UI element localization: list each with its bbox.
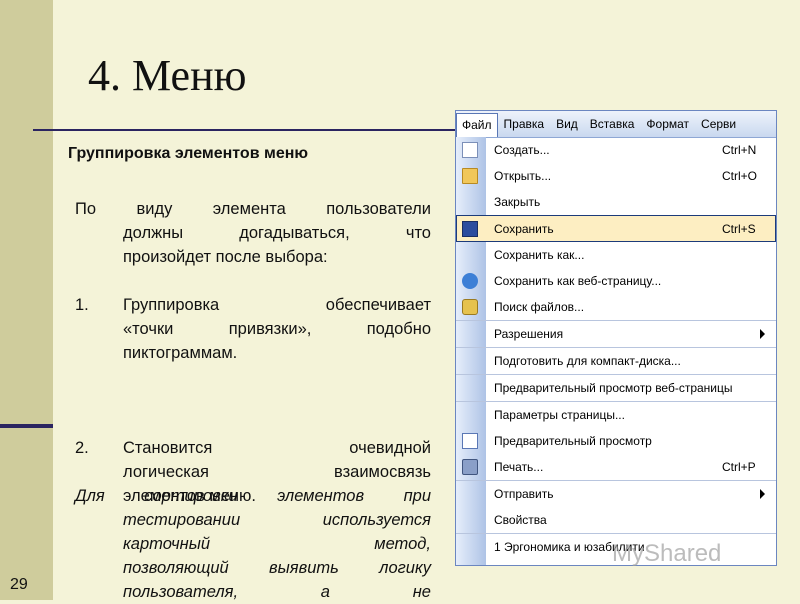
menu-item-print-preview[interactable]: Предварительный просмотр [456, 428, 776, 454]
menu-item-label: Сохранить как веб-страницу... [494, 274, 662, 288]
save-disk-icon [462, 221, 478, 237]
menu-item-save[interactable]: Сохранить Ctrl+S [456, 215, 776, 242]
paragraph-intro: По виду элемента пользователи должны дог… [75, 197, 431, 269]
menu-item-label: Сохранить [494, 222, 554, 236]
menu-item-label: Предварительный просмотр веб-страницы [494, 381, 733, 395]
title-divider [33, 129, 461, 131]
menubar-tools[interactable]: Серви [695, 113, 742, 135]
menu-item-web-preview[interactable]: Предварительный просмотр веб-страницы [456, 374, 776, 401]
left-accent-bar [0, 0, 53, 600]
slide-title: 4. Меню [88, 51, 247, 100]
menu-item-label: Печать... [494, 460, 544, 474]
menu-item-label: Закрыть [494, 195, 541, 209]
file-search-icon [462, 299, 478, 315]
text-line: пользователя, а не [123, 583, 431, 601]
menu-item-label: Предварительный просмотр [494, 434, 652, 448]
menu-item-file-search[interactable]: Поиск файлов... [456, 294, 776, 320]
menu-item-label: Отправить [494, 487, 554, 501]
text-line: должны догадываться, что [123, 224, 431, 242]
menu-item-label: Разрешения [494, 327, 564, 341]
menubar-view[interactable]: Вид [550, 113, 584, 135]
page-number: 29 [10, 576, 28, 593]
text-line: пиктограммам. [123, 344, 238, 362]
menu-item-package-cd[interactable]: Подготовить для компакт-диска... [456, 347, 776, 374]
menu-item-shortcut: Ctrl+P [722, 460, 756, 474]
text-line: Становится очевидной [123, 439, 431, 457]
text-line: карточный метод, [123, 535, 431, 553]
submenu-arrow-icon [760, 329, 765, 339]
text-line: логическая взаимосвязь [123, 463, 431, 481]
watermark-text: MyShared [612, 540, 722, 567]
text-line: позволяющий выявить логику [123, 559, 431, 577]
printer-icon [462, 459, 478, 475]
menu-item-print[interactable]: Печать... Ctrl+P [456, 454, 776, 480]
list-item-1: 1. Группировка обеспечивает «точки привя… [75, 293, 431, 365]
list-number: 2. [75, 439, 89, 457]
menubar-insert[interactable]: Вставка [584, 113, 641, 135]
print-preview-icon [462, 433, 478, 449]
menubar-format[interactable]: Формат [640, 113, 695, 135]
submenu-arrow-icon [760, 489, 765, 499]
menu-item-send[interactable]: Отправить [456, 480, 776, 507]
menu-item-label: Создать... [494, 143, 550, 157]
web-page-icon [462, 273, 478, 289]
list-number: 1. [75, 296, 89, 314]
menu-item-open[interactable]: Открыть... Ctrl+O [456, 163, 776, 189]
text-line: произойдет после выбора: [123, 248, 328, 266]
menu-item-save-as[interactable]: Сохранить как... [456, 242, 776, 268]
menu-item-label: Свойства [494, 513, 547, 527]
menu-item-shortcut: Ctrl+N [722, 143, 757, 157]
menu-item-label: Подготовить для компакт-диска... [494, 354, 681, 368]
new-document-icon [462, 142, 478, 158]
text-line: Для сортировки элементов при [75, 487, 431, 505]
menu-item-save-as-web[interactable]: Сохранить как веб-страницу... [456, 268, 776, 294]
menu-item-page-setup[interactable]: Параметры страницы... [456, 401, 776, 428]
text-line: тестировании используется [123, 511, 431, 529]
menu-item-label: Поиск файлов... [494, 300, 585, 314]
menubar-file[interactable]: Файл [456, 113, 498, 137]
text-line: «точки привязки», подобно [123, 320, 431, 338]
menu-item-properties[interactable]: Свойства [456, 507, 776, 533]
menu-item-new[interactable]: Создать... Ctrl+N [456, 137, 776, 163]
menubar-edit[interactable]: Правка [498, 113, 551, 135]
menu-item-label: Открыть... [494, 169, 552, 183]
file-menu-screenshot: Файл Правка Вид Вставка Формат Серви Соз… [455, 110, 777, 566]
file-menu-dropdown: Создать... Ctrl+N Открыть... Ctrl+O Закр… [456, 137, 776, 565]
paragraph-card-sorting: Для сортировки элементов при тестировани… [75, 484, 431, 604]
menu-item-permissions[interactable]: Разрешения [456, 320, 776, 347]
menu-item-close[interactable]: Закрыть [456, 189, 776, 215]
menu-item-label: Параметры страницы... [494, 408, 625, 422]
text-line: По виду элемента пользователи [75, 200, 431, 218]
left-accent-line [0, 424, 53, 428]
menu-item-shortcut: Ctrl+S [722, 222, 756, 236]
open-folder-icon [462, 168, 478, 184]
menu-item-label: Сохранить как... [494, 248, 585, 262]
text-line: Группировка обеспечивает [123, 296, 431, 314]
menu-item-shortcut: Ctrl+O [722, 169, 758, 183]
slide-subtitle: Группировка элементов меню [68, 145, 309, 162]
menu-bar: Файл Правка Вид Вставка Формат Серви [456, 111, 776, 138]
